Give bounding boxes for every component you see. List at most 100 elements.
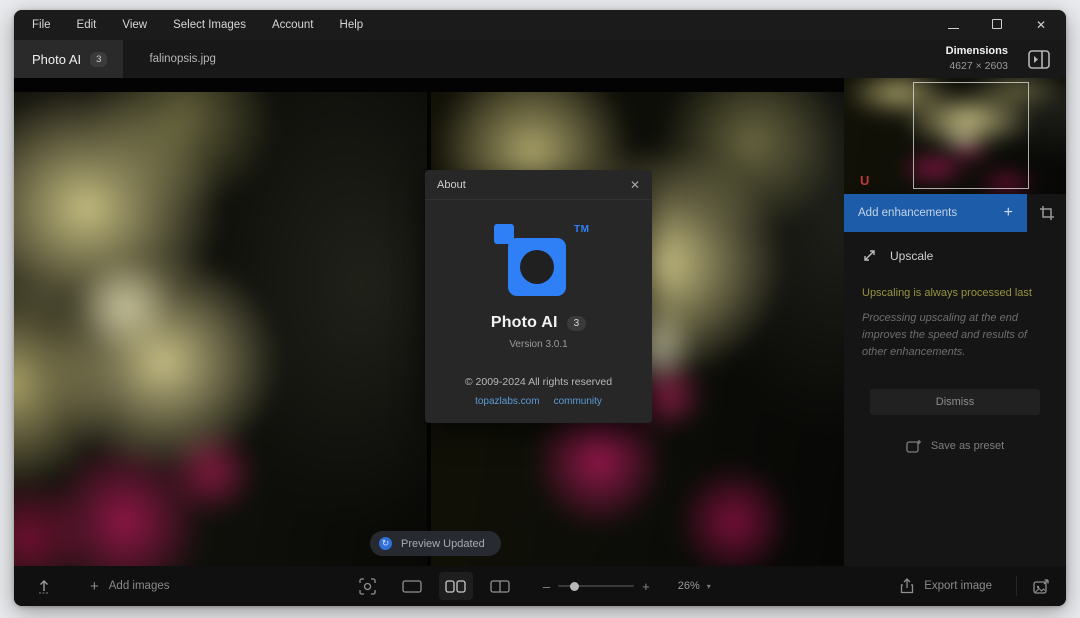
upload-icon — [36, 578, 52, 594]
dialog-app-line: Photo AI 3 — [491, 314, 586, 332]
community-link[interactable]: community — [554, 396, 602, 407]
upscale-section[interactable]: Upscale — [844, 232, 1066, 273]
topaz-logo: TM — [500, 232, 578, 296]
app-window: File Edit View Select Images Account Hel… — [14, 10, 1066, 606]
save-preset-icon — [906, 439, 922, 453]
dialog-app-badge: 3 — [567, 316, 587, 331]
logo-circle — [520, 250, 554, 284]
panel-toggle-button[interactable] — [1022, 44, 1056, 74]
app-version-badge: 3 — [90, 52, 107, 67]
export-icon — [900, 578, 914, 594]
add-enhancements-button[interactable]: Add enhancements + — [844, 194, 1027, 232]
autopilot-focus-button[interactable] — [351, 572, 385, 600]
tab-bar-right: Dimensions 4627 × 2603 — [946, 40, 1066, 78]
zoom-level-dropdown[interactable]: 26% ▾ — [678, 580, 711, 592]
toolbar-right: Export image — [892, 576, 1050, 596]
mirror-view-icon — [490, 580, 510, 593]
toast-label: Preview Updated — [401, 538, 485, 550]
zoom-slider-handle[interactable] — [570, 582, 579, 591]
menu-items: File Edit View Select Images Account Hel… — [32, 19, 363, 31]
chevron-down-icon: ▾ — [707, 582, 711, 591]
dimensions-value: 4627 × 2603 — [946, 59, 1008, 73]
save-preset-label: Save as preset — [931, 440, 1004, 452]
toolbar-left: + Add images — [36, 578, 170, 595]
logo-small-square — [494, 224, 514, 244]
dialog-copyright: © 2009-2024 All rights reserved — [465, 376, 612, 388]
menu-select-images[interactable]: Select Images — [173, 19, 246, 31]
export-image-button[interactable]: Export image — [892, 578, 1000, 594]
refresh-icon: ↻ — [379, 537, 392, 550]
notice-body: Processing upscaling at the end improves… — [862, 310, 1048, 361]
bottom-toolbar: + Add images — [14, 566, 1066, 606]
tab-file[interactable]: falinopsis.jpg — [123, 40, 241, 78]
menu-account[interactable]: Account — [272, 19, 314, 31]
add-images-label: Add images — [109, 580, 170, 592]
dismiss-button[interactable]: Dismiss — [870, 389, 1040, 415]
about-dialog-body: TM Photo AI 3 Version 3.0.1 © 2009-2024 … — [425, 200, 652, 423]
crop-icon — [1039, 205, 1055, 221]
menu-view[interactable]: View — [122, 19, 147, 31]
menu-edit[interactable]: Edit — [77, 19, 97, 31]
about-dialog: About ✕ TM Photo AI 3 Versio — [425, 170, 652, 423]
zoom-level-value: 26% — [678, 580, 700, 592]
dialog-version: Version 3.0.1 — [509, 339, 567, 350]
image-canvas: ↻ Preview Updated About ✕ TM — [14, 78, 844, 566]
zoom-out-button[interactable]: – — [543, 579, 550, 594]
single-view-icon — [402, 580, 422, 593]
trademark-label: TM — [574, 224, 589, 235]
upload-button[interactable] — [36, 578, 52, 594]
zoom-slider-track[interactable] — [558, 585, 634, 587]
menu-file[interactable]: File — [32, 19, 51, 31]
view-controls: – + 26% ▾ — [351, 572, 711, 600]
upscale-icon — [862, 248, 877, 263]
window-controls: ✕ — [946, 18, 1048, 32]
plus-icon: + — [90, 578, 99, 595]
upscale-label: Upscale — [890, 249, 933, 263]
single-view-button[interactable] — [395, 572, 429, 600]
zoom-in-button[interactable]: + — [642, 579, 650, 594]
tab-bar: Photo AI 3 falinopsis.jpg Dimensions 462… — [14, 40, 1066, 78]
split-view-icon — [445, 580, 466, 593]
dimensions-label: Dimensions — [946, 44, 1008, 59]
save-preset-button[interactable]: Save as preset — [844, 439, 1066, 453]
notice-title: Upscaling is always processed last — [862, 285, 1048, 302]
focus-icon — [359, 578, 376, 595]
preview-original-image[interactable] — [14, 92, 427, 566]
export-image-label: Export image — [924, 580, 992, 592]
dialog-app-name: Photo AI — [491, 314, 558, 332]
file-name: falinopsis.jpg — [149, 53, 215, 65]
plus-icon: + — [1004, 204, 1013, 222]
logo-square — [508, 238, 566, 296]
navigator-viewport-rect[interactable] — [913, 82, 1029, 189]
menu-bar: File Edit View Select Images Account Hel… — [14, 10, 1066, 40]
dialog-close-icon[interactable]: ✕ — [630, 178, 640, 192]
app-title: Photo AI — [32, 52, 81, 67]
mirror-view-button[interactable] — [483, 572, 517, 600]
dialog-links: topazlabs.com community — [475, 396, 602, 407]
upscale-notice: Upscaling is always processed last Proce… — [844, 273, 1066, 361]
tab-photo-ai[interactable]: Photo AI 3 — [14, 40, 123, 78]
split-view-button[interactable] — [439, 572, 473, 600]
minimize-icon[interactable] — [946, 18, 960, 32]
panel-toggle-icon — [1028, 50, 1050, 69]
zoom-slider: – + — [543, 579, 650, 594]
preview-updated-toast: ↻ Preview Updated — [370, 531, 501, 556]
add-enhancements-label: Add enhancements — [858, 207, 957, 219]
image-export-icon — [1033, 579, 1050, 594]
main-area: ↻ Preview Updated About ✕ TM — [14, 78, 1066, 566]
menu-help[interactable]: Help — [340, 19, 364, 31]
export-settings-button[interactable] — [1033, 579, 1050, 594]
enhancements-row: Add enhancements + — [844, 194, 1066, 232]
maximize-icon[interactable] — [990, 18, 1004, 32]
dimensions-info: Dimensions 4627 × 2603 — [946, 44, 1008, 73]
crop-button[interactable] — [1027, 194, 1066, 232]
add-images-button[interactable]: + Add images — [90, 578, 170, 595]
topazlabs-link[interactable]: topazlabs.com — [475, 396, 539, 407]
thumbnail-badge: U — [860, 173, 869, 188]
right-panel: U Add enhancements + — [844, 78, 1066, 566]
about-dialog-title: About — [437, 179, 466, 191]
close-icon[interactable]: ✕ — [1034, 18, 1048, 32]
toolbar-divider — [1016, 576, 1017, 596]
navigator-thumbnail[interactable]: U — [844, 78, 1066, 194]
about-dialog-header: About ✕ — [425, 170, 652, 200]
